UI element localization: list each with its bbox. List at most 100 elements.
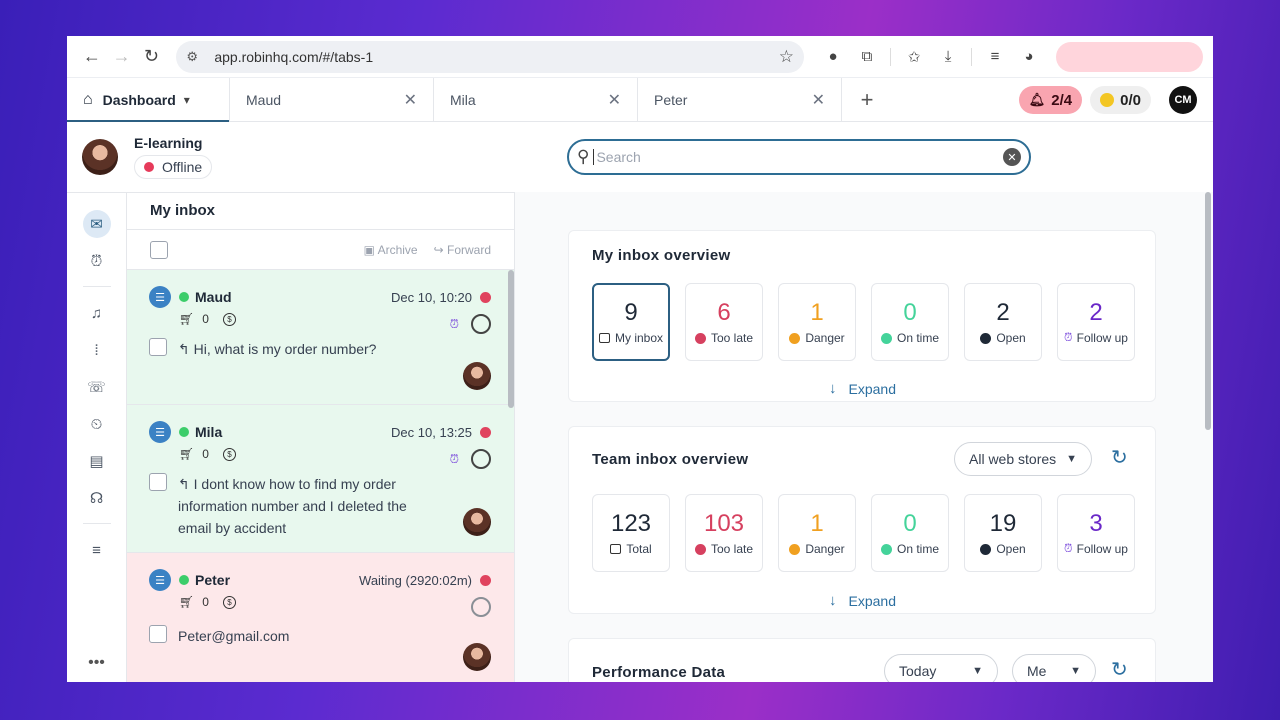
archive-button[interactable]: ▣ Archive <box>364 243 418 257</box>
chat-channel-icon: ☰ <box>149 421 171 443</box>
chevron-down-icon[interactable]: ▾ <box>184 93 190 107</box>
chevron-down-icon: ▼ <box>1070 665 1081 677</box>
tab-label: Peter <box>654 91 688 108</box>
chevron-down-icon: ▼ <box>972 665 983 677</box>
expand-button[interactable]: ↓ Expand <box>829 592 896 609</box>
conversation-time: Waiting (2920:02m) <box>359 572 472 588</box>
close-icon[interactable]: ✕ <box>608 90 621 110</box>
stat-danger[interactable]: 1 Danger <box>778 283 856 361</box>
clock-icon <box>880 332 892 344</box>
team-inbox-overview-card: Team inbox overview All web stores ▼ ↻ 1… <box>568 426 1156 614</box>
tab-dashboard[interactable]: ⌂ Dashboard ▾ <box>67 78 230 122</box>
stat-label: Follow up <box>1076 331 1128 345</box>
extension-icon[interactable]: ● <box>818 42 848 72</box>
add-tab-button[interactable]: + <box>842 78 892 121</box>
inbox-title: My inbox <box>127 192 514 230</box>
stat-my-inbox[interactable]: 9 My inbox <box>592 283 670 361</box>
stat-on-time[interactable]: 0 On time <box>871 283 949 361</box>
list-item[interactable]: ☰ Maud Dec 10, 10:20 🛒︎ 0 $ ⏰︎ ↰ Hi, wha… <box>127 270 514 405</box>
site-settings-icon[interactable]: ⚙ <box>186 49 204 65</box>
puzzle-icon[interactable]: ⧉ <box>852 42 882 72</box>
expand-button[interactable]: ↓ Expand <box>829 380 896 397</box>
period-select[interactable]: Today ▼ <box>884 654 998 682</box>
stat-open[interactable]: 2 Open <box>964 283 1042 361</box>
stat-total[interactable]: 123 Total <box>592 494 670 572</box>
order-count: 0 <box>202 447 209 461</box>
close-icon[interactable]: ✕ <box>812 90 825 110</box>
tab-label: Mila <box>450 91 476 108</box>
stat-label: My inbox <box>614 331 664 345</box>
search-input[interactable] <box>593 149 1003 165</box>
archive-icon[interactable]: ▤ <box>83 447 111 475</box>
agent-select[interactable]: Me ▼ <box>1012 654 1096 682</box>
conversation-name: Mila <box>195 424 223 440</box>
bell-icon[interactable]: ♫ <box>83 299 111 327</box>
clear-icon[interactable]: ✕ <box>1003 148 1021 166</box>
address-bar[interactable]: ⚙ app.robinhq.com/#/tabs-1 ☆ <box>176 40 805 73</box>
conversation-checkbox[interactable] <box>149 338 167 356</box>
conversation-checkbox[interactable] <box>149 473 167 491</box>
coins-badge[interactable]: 0/0 <box>1090 86 1151 114</box>
chat-bubble-icon[interactable] <box>471 314 491 334</box>
more-icon[interactable]: ••• <box>88 654 105 672</box>
support-icon[interactable]: ☊ <box>83 484 111 512</box>
profile-icon[interactable]: ◕ <box>1014 42 1044 72</box>
bookmark-star-icon[interactable]: ☆ <box>779 47 794 67</box>
stat-value: 1 <box>810 510 824 537</box>
media-icon[interactable]: ≡ <box>980 42 1010 72</box>
avatar[interactable] <box>82 139 118 175</box>
conversation-checkbox[interactable] <box>149 625 167 643</box>
stat-on-time[interactable]: 0 On time <box>871 494 949 572</box>
chat-bubble-icon[interactable] <box>471 597 491 617</box>
select-all-checkbox[interactable] <box>150 240 168 259</box>
snooze-icon[interactable]: ⏲︎ <box>83 410 111 438</box>
clock-icon <box>980 543 992 555</box>
stat-open[interactable]: 19 Open <box>964 494 1042 572</box>
forward-button[interactable]: ↪ Forward <box>434 243 491 257</box>
conversation-time: Dec 10, 10:20 <box>391 289 472 305</box>
inbox-icon <box>598 333 610 343</box>
status-badge[interactable]: Offline <box>134 155 213 179</box>
stat-follow-up[interactable]: 2 ⏰︎ Follow up <box>1057 283 1135 361</box>
reload-icon[interactable]: ↻ <box>137 42 167 72</box>
stat-value: 19 <box>989 510 1017 537</box>
chat-bubble-icon[interactable] <box>471 449 491 469</box>
dashboard-scrollbar[interactable] <box>1205 192 1211 430</box>
close-icon[interactable]: ✕ <box>404 90 417 110</box>
arrow-down-icon: ↓ <box>829 380 837 397</box>
stat-value: 123 <box>610 510 652 537</box>
inbox-scrollbar[interactable] <box>508 270 514 408</box>
list-item[interactable]: ☰ Peter Waiting (2920:02m) 🛒︎ 0 $ Peter@… <box>127 553 514 682</box>
stat-follow-up[interactable]: 3 ⏰︎ Follow up <box>1057 494 1135 572</box>
filter-icon[interactable]: ≡ <box>83 536 111 564</box>
refresh-icon[interactable]: ↻ <box>1111 657 1128 682</box>
download-icon[interactable]: ⤓ <box>933 42 963 72</box>
chat-icon[interactable]: ☏ <box>83 373 111 401</box>
stat-too-late[interactable]: 103 Too late <box>685 494 763 572</box>
timer-icon <box>480 291 491 303</box>
divider <box>971 47 973 66</box>
alarm-icon[interactable]: ⏰︎ <box>83 247 111 275</box>
list-item[interactable]: ☰ Mila Dec 10, 13:25 🛒︎ 0 $ ⏰︎ ↰ I dont … <box>127 405 514 553</box>
stat-label: Total <box>626 542 652 556</box>
clock-icon <box>980 332 992 344</box>
tab-mila[interactable]: Mila ✕ <box>434 78 638 121</box>
favorites-icon[interactable]: ✩ <box>899 42 929 72</box>
forward-arrow-icon[interactable]: → <box>107 42 137 72</box>
tab-maud[interactable]: Maud ✕ <box>230 78 434 121</box>
profile-pill[interactable] <box>1056 41 1203 72</box>
tab-peter[interactable]: Peter ✕ <box>638 78 842 121</box>
inbox-icon <box>610 544 622 554</box>
back-arrow-icon[interactable]: ← <box>77 42 107 72</box>
refresh-icon[interactable]: ↻ <box>1111 445 1128 470</box>
voice-icon[interactable]: ⦙ <box>83 336 111 364</box>
stat-too-late[interactable]: 6 Too late <box>685 283 763 361</box>
inbox-icon[interactable]: ✉ <box>82 210 111 238</box>
stat-danger[interactable]: 1 Danger <box>778 494 856 572</box>
stat-label: On time <box>896 542 939 556</box>
avatar <box>463 508 491 536</box>
notifications-badge[interactable]: 🔔︎ 2/4 <box>1018 86 1083 114</box>
cm-logo[interactable]: CM <box>1169 86 1197 114</box>
stat-value: 2 <box>1089 299 1103 326</box>
web-store-select[interactable]: All web stores ▼ <box>954 442 1093 476</box>
